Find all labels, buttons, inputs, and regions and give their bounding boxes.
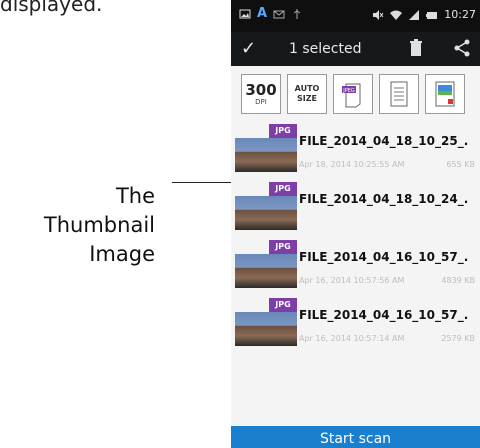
callout-line-1: The <box>115 184 155 208</box>
scan-settings-toolbar: 300 DPI AUTO SIZE JPEG <box>231 74 480 118</box>
status-bar: A 10:27 <box>231 0 480 32</box>
file-row[interactable]: JPG FILE_2014_04_16_10_57_. Apr 16, 2014… <box>231 294 480 352</box>
photo-mode-button[interactable] <box>425 74 465 114</box>
file-name: FILE_2014_04_18_10_25_. <box>299 134 469 148</box>
callout-line-3: Image <box>89 242 155 266</box>
photo-document-icon <box>435 81 455 107</box>
thumbnail-picture <box>235 196 297 230</box>
thumbnail-image[interactable]: JPG <box>235 240 297 294</box>
file-list: JPG FILE_2014_04_18_10_25_. Apr 18, 2014… <box>231 120 480 352</box>
jpeg-format-button[interactable]: JPEG <box>333 74 373 114</box>
file-row[interactable]: JPG FILE_2014_04_16_10_57_. Apr 16, 2014… <box>231 236 480 294</box>
auto-size-button[interactable]: AUTO SIZE <box>287 74 327 114</box>
file-name: FILE_2014_04_18_10_24_. <box>299 192 469 206</box>
file-row[interactable]: JPG FILE_2014_04_18_10_24_. <box>231 178 480 236</box>
mail-icon <box>273 10 285 19</box>
battery-icon <box>426 11 438 19</box>
status-time: 10:27 <box>444 8 476 21</box>
action-bar: ✓ 1 selected <box>231 32 480 66</box>
auto-size-line-2: SIZE <box>296 94 317 103</box>
file-meta: Apr 16, 2014 10:57:56 AM 4839 KB <box>299 276 475 285</box>
file-meta: Apr 16, 2014 10:57:14 AM 2579 KB <box>299 334 475 343</box>
file-size: 655 KB <box>446 160 475 169</box>
dpi-value: 300 <box>245 80 277 99</box>
jpg-badge: JPG <box>269 124 297 138</box>
image-icon <box>239 9 251 19</box>
file-size: 4839 KB <box>441 276 475 285</box>
thumbnail-image[interactable]: JPG <box>235 298 297 352</box>
jpeg-document-icon: JPEG <box>342 83 361 108</box>
jpg-badge: JPG <box>269 240 297 254</box>
file-name: FILE_2014_04_16_10_57_. <box>299 308 469 322</box>
file-date: Apr 16, 2014 10:57:14 AM <box>299 334 405 343</box>
usb-icon <box>293 9 301 19</box>
callout-line-2: Thumbnail <box>43 213 155 237</box>
file-meta: Apr 18, 2014 10:25:55 AM 655 KB <box>299 160 475 169</box>
dpi-button[interactable]: 300 DPI <box>241 74 281 114</box>
document-lines-icon <box>390 81 408 107</box>
jpg-badge: JPG <box>269 182 297 196</box>
thumbnail-image[interactable]: JPG <box>235 182 297 236</box>
selection-count: 1 selected <box>289 41 362 57</box>
thumbnail-picture <box>235 312 297 346</box>
start-scan-button[interactable]: Start scan <box>231 426 480 448</box>
signal-icon <box>409 9 420 20</box>
thumbnail-image[interactable]: JPG <box>235 124 297 178</box>
auto-size-line-1: AUTO <box>294 84 320 93</box>
file-date: Apr 16, 2014 10:57:56 AM <box>299 276 405 285</box>
document-mode-button[interactable] <box>379 74 419 114</box>
document-top-text: displayed. <box>0 0 103 16</box>
share-icon[interactable] <box>453 39 471 57</box>
callout-pointer-line <box>172 182 236 183</box>
jpg-badge: JPG <box>269 298 297 312</box>
file-date: Apr 18, 2014 10:25:55 AM <box>299 160 405 169</box>
file-row[interactable]: JPG FILE_2014_04_18_10_25_. Apr 18, 2014… <box>231 120 480 178</box>
thumbnail-picture <box>235 254 297 288</box>
jpeg-badge-text: JPEG <box>342 88 355 94</box>
thumbnail-callout: The Thumbnail Image <box>10 182 155 269</box>
file-size: 2579 KB <box>441 334 475 343</box>
file-name: FILE_2014_04_16_10_57_. <box>299 250 469 264</box>
wifi-icon <box>390 10 403 20</box>
thumbnail-picture <box>235 138 297 172</box>
mute-icon <box>373 9 384 20</box>
dpi-label: DPI <box>255 97 267 106</box>
phone-screen: A 10:27 ✓ 1 selected 300 DPI AUTO SIZE J… <box>231 0 480 448</box>
done-check-icon[interactable]: ✓ <box>241 38 256 59</box>
delete-icon[interactable] <box>409 39 423 57</box>
app-a-icon: A <box>257 6 268 21</box>
